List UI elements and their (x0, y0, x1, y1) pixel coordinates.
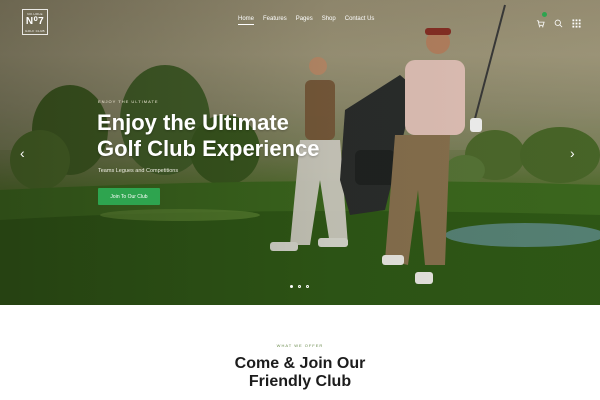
join-club-button[interactable]: Join To Our Club (98, 188, 160, 205)
search-icon[interactable] (554, 15, 563, 28)
slider-dot-3[interactable] (306, 285, 309, 288)
hero-title: Enjoy the Ultimate Golf Club Experience (97, 110, 367, 162)
nav-pages[interactable]: Pages (296, 16, 313, 25)
slider-dot-1[interactable] (290, 285, 293, 288)
slider-dot-2[interactable] (298, 285, 301, 288)
slider-next-arrow-icon[interactable]: › (570, 146, 575, 160)
hero-title-line2: Golf Club Experience (97, 136, 320, 161)
nav-features[interactable]: Features (263, 16, 287, 25)
cart-badge (542, 12, 547, 17)
hero-title-line1: Enjoy the Ultimate (97, 110, 289, 135)
nav-shop[interactable]: Shop (322, 16, 336, 25)
nav-contact-us[interactable]: Contact Us (345, 16, 375, 25)
offer-title: Come & Join Our Friendly Club (200, 355, 400, 391)
hero-subtitle: Teams Legues and Competitions (98, 168, 179, 174)
header-actions (536, 12, 581, 28)
slider-pagination (290, 285, 309, 288)
grid-menu-icon[interactable] (572, 15, 581, 28)
hero-slider: NO.HOLE N⁰7 GOLF CLUB Home Features Page… (0, 0, 600, 305)
offer-eyebrow: WHAT WE OFFER (276, 343, 324, 348)
hero-eyebrow: ENJOY THE ULTIMATE (98, 99, 159, 104)
cart-icon[interactable] (536, 12, 547, 28)
offer-title-line2: Friendly Club (248, 373, 352, 390)
logo-bottom-text: GOLF CLUB (25, 29, 45, 33)
offer-title-line1: Come & Join Our (234, 355, 366, 372)
site-logo[interactable]: NO.HOLE N⁰7 GOLF CLUB (22, 9, 48, 35)
logo-main-text: N⁰7 (25, 16, 45, 27)
nav-home[interactable]: Home (238, 16, 255, 25)
slider-prev-arrow-icon[interactable]: ‹ (20, 146, 25, 160)
main-nav: Home Features Pages Shop Contact Us (238, 16, 383, 25)
